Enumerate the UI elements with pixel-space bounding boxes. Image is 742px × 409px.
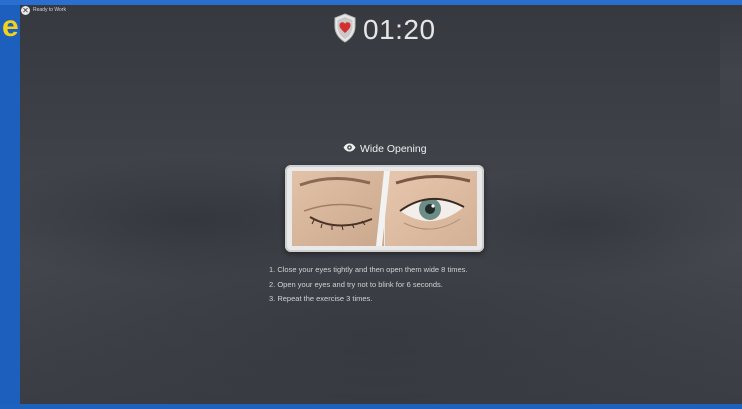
- exercise-photo: [285, 165, 484, 252]
- shield-heart-icon: [333, 12, 357, 48]
- eye-icon: [343, 143, 360, 155]
- timer-value: 01:20: [363, 14, 436, 45]
- instruction-step: 2. Open your eyes and try not to blink f…: [269, 279, 443, 289]
- timer: 01:20: [333, 12, 436, 48]
- yellow-glyph: e: [2, 10, 19, 43]
- instruction-step: 3. Repeat the exercise 3 times.: [269, 294, 373, 303]
- background-decoration: [720, 5, 742, 145]
- break-overlay: ✕ Ready to Work 01:20 Wide Opening 1. Cl…: [20, 5, 742, 404]
- exercise-instructions: 1. Close your eyes tightly and then open…: [269, 263, 467, 307]
- bottom-desktop-strip: [0, 404, 742, 409]
- exercise-title-text: Wide Opening: [360, 143, 427, 155]
- left-desktop-strip: e: [0, 0, 20, 409]
- instruction-step: 1. Close your eyes tightly and then open…: [269, 265, 468, 274]
- close-icon[interactable]: ✕: [21, 6, 30, 15]
- exercise-title: Wide Opening: [343, 143, 427, 155]
- ready-to-work-link[interactable]: Ready to Work: [33, 7, 66, 13]
